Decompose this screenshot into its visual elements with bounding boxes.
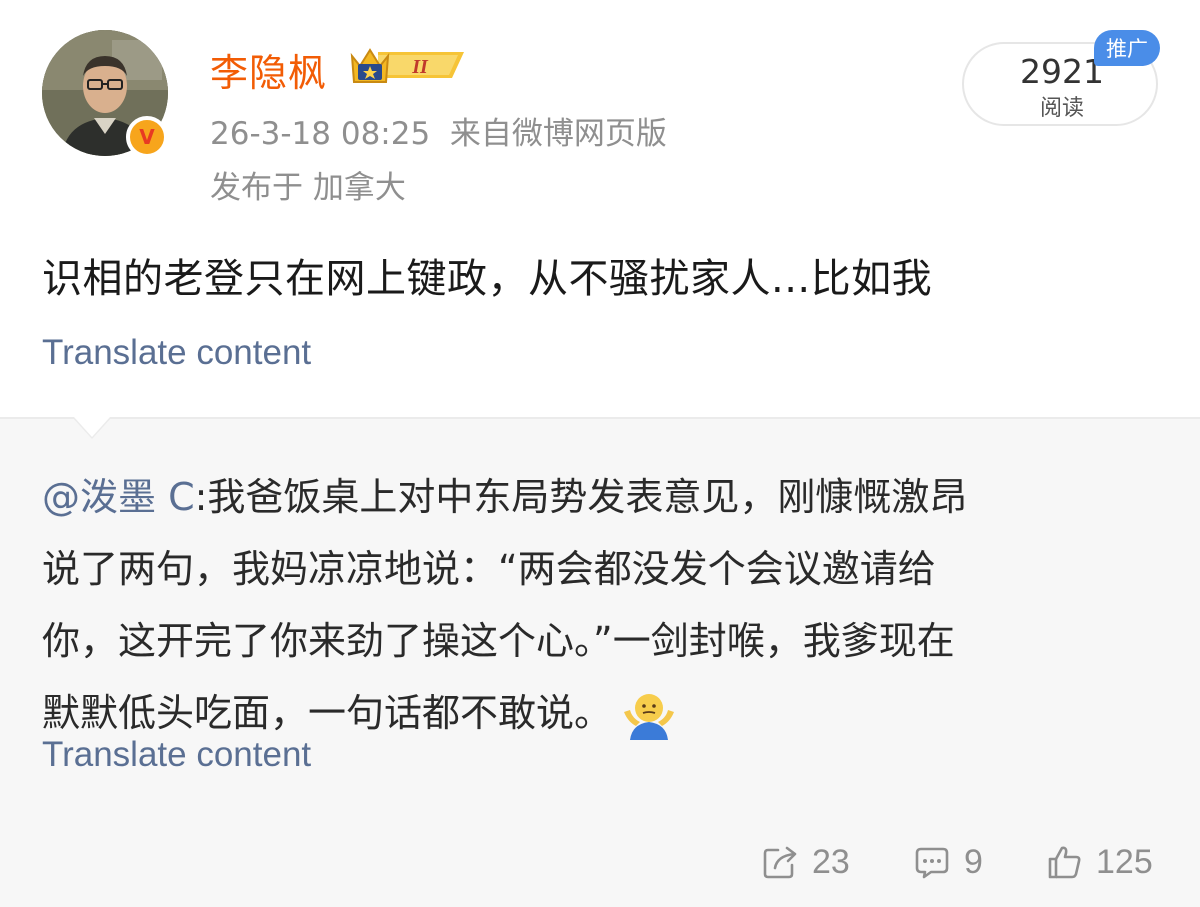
repost-line: @泼墨 C:我爸饭桌上对中东局势发表意见，刚慷慨激昂	[42, 475, 968, 519]
repost-translate-content-link[interactable]: Translate content	[42, 735, 311, 775]
like-count: 125	[1096, 842, 1153, 881]
post-location: 发布于 加拿大	[210, 170, 406, 206]
vip-level-text: II	[411, 56, 429, 78]
weibo-post: V 李隐枫 II 26-3-18 08:25 来自微博网页版 发布于 加拿大 2…	[0, 0, 1200, 417]
comment-button[interactable]: 9	[914, 839, 983, 885]
repost-line: 你，这开完了你来劲了操这个心。”一剑封喉，我爹现在	[42, 619, 955, 663]
shrug-emoji-icon	[624, 693, 675, 740]
share-count: 23	[812, 842, 850, 881]
translate-content-link[interactable]: Translate content	[42, 333, 311, 373]
repost-mention-link[interactable]: @泼墨 C	[42, 475, 195, 519]
verified-icon: V	[126, 116, 168, 158]
read-label: 阅读	[1039, 96, 1084, 121]
post-meta: 26-3-18 08:25 来自微博网页版	[210, 108, 667, 153]
comment-count: 9	[964, 842, 983, 881]
share-icon	[763, 846, 797, 879]
repost-card[interactable]: @泼墨 C:我爸饭桌上对中东局势发表意见，刚慷慨激昂 说了两句，我妈凉凉地说：“…	[0, 417, 1200, 907]
post-timestamp[interactable]: 26-3-18 08:25	[210, 116, 430, 152]
repost-content: @泼墨 C:我爸饭桌上对中东局势发表意见，刚慷慨激昂 说了两句，我妈凉凉地说：“…	[42, 461, 1132, 749]
vip-crown-icon[interactable]: II	[348, 42, 470, 88]
action-bar: 23 9 125	[0, 839, 1200, 885]
username[interactable]: 李隐枫	[210, 42, 327, 97]
like-icon	[1048, 846, 1081, 879]
ad-tag: 推广	[1094, 30, 1160, 66]
comment-icon	[915, 847, 949, 879]
repost-line: 说了两句，我妈凉凉地说：“两会都没发个会议邀请给	[42, 547, 936, 591]
like-button[interactable]: 125	[1046, 839, 1153, 885]
share-button[interactable]: 23	[762, 839, 850, 885]
post-content: 识相的老登只在网上键政，从不骚扰家人...比如我	[42, 256, 933, 302]
post-source: 来自微博网页版	[449, 116, 667, 152]
